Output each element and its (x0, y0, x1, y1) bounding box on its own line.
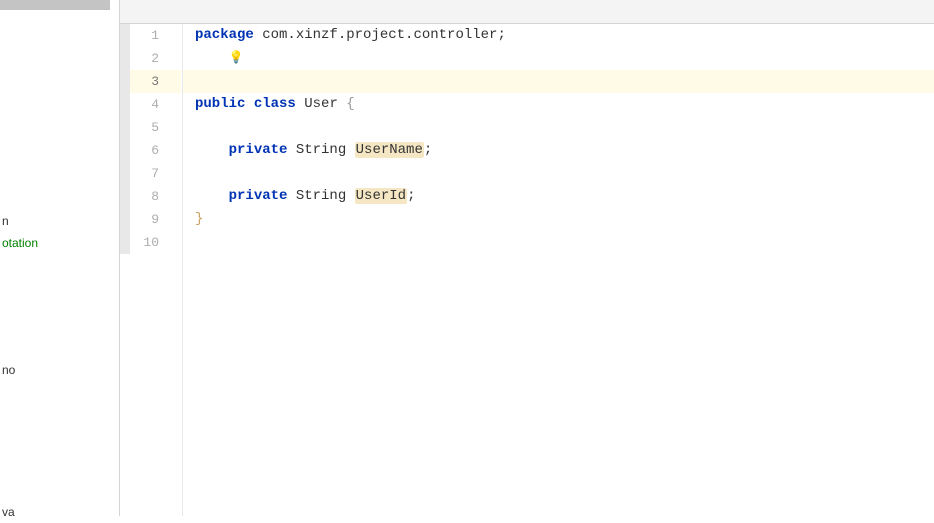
code-line-6[interactable]: private String UserName; (183, 139, 934, 162)
code-line-9[interactable]: } (183, 208, 934, 231)
code-line-1[interactable]: package com.xinzf.project.controller; (183, 24, 934, 47)
token: class (254, 96, 296, 112)
app-container: notationnova 12345678910 package com.xin… (0, 0, 934, 516)
code-container: 12345678910 package com.xinzf.project.co… (120, 24, 934, 516)
token (195, 142, 229, 158)
gutter-scrollbar-track[interactable] (120, 24, 130, 254)
token: ; (407, 188, 415, 204)
code-line-10[interactable] (183, 231, 934, 254)
token: 💡 (229, 47, 244, 70)
code-editor[interactable]: package com.xinzf.project.controller; 💡p… (183, 24, 934, 516)
code-line-5[interactable] (183, 116, 934, 139)
code-line-2[interactable]: 💡 (183, 47, 934, 70)
sidebar-content: notation no va (0, 0, 119, 523)
line-gutter: 12345678910 (120, 24, 182, 516)
code-line-4[interactable]: public class User { (183, 93, 934, 116)
code-line-8[interactable]: private String UserId; (183, 185, 934, 208)
token (195, 188, 229, 204)
token: public (195, 96, 245, 112)
sidebar-item-0[interactable]: n (0, 210, 119, 232)
token: ; (424, 142, 432, 158)
token: package (195, 27, 254, 43)
token: private (229, 142, 288, 158)
editor-area: 12345678910 package com.xinzf.project.co… (120, 0, 934, 516)
token: UserName (355, 142, 424, 158)
token (245, 96, 253, 112)
sidebar-item-1[interactable]: otation (0, 232, 119, 254)
token: { (346, 96, 354, 112)
sidebar-item-2[interactable]: no (0, 359, 119, 381)
token: com.xinzf.project.controller; (254, 27, 506, 43)
token (195, 50, 229, 66)
code-line-3[interactable] (183, 70, 934, 93)
token: } (195, 211, 203, 227)
sidebar-scrollbar[interactable] (0, 0, 110, 10)
code-line-7[interactable] (183, 162, 934, 185)
sidebar-item-3[interactable]: va (0, 501, 119, 523)
token: String (287, 142, 354, 158)
token: String (287, 188, 354, 204)
breadcrumb-bar (120, 0, 934, 24)
token: User (296, 96, 346, 112)
token: private (229, 188, 288, 204)
token: UserId (355, 188, 407, 204)
sidebar-panel: notationnova (0, 0, 120, 516)
